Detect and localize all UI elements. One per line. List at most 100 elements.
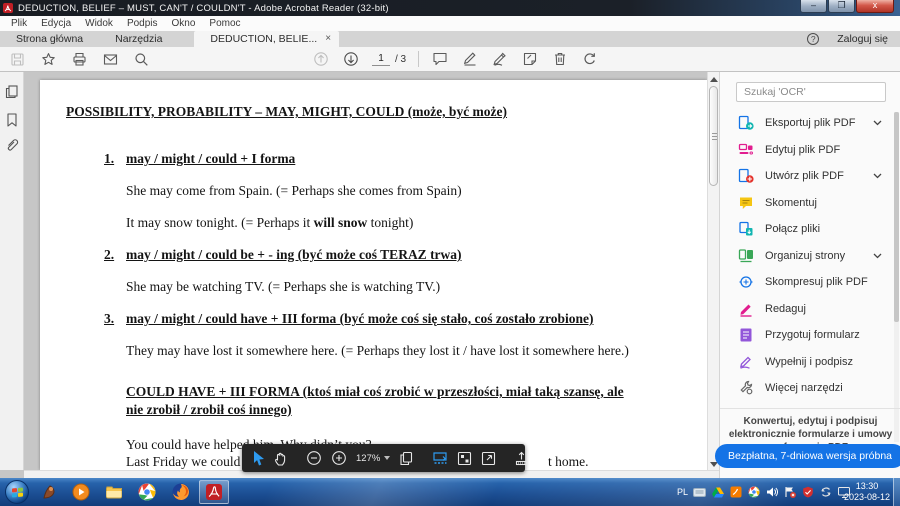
print-icon[interactable] [70, 50, 88, 68]
tool-label: Skompresuj plik PDF [765, 276, 868, 288]
scroll-mode-icon[interactable] [432, 450, 448, 467]
menu-pomoc[interactable]: Pomoc [202, 18, 247, 29]
page-total-label: / 3 [395, 54, 406, 65]
email-icon[interactable] [101, 50, 119, 68]
acrobat-reader-icon[interactable] [205, 483, 223, 501]
attachments-icon[interactable] [4, 138, 20, 154]
prev-page-icon[interactable] [312, 50, 330, 68]
organize-pages-icon [738, 248, 754, 264]
floating-page-controls: 127% [242, 444, 525, 472]
select-tool-icon[interactable] [252, 450, 265, 467]
firefox-icon[interactable] [172, 483, 190, 501]
tools-panel-scrollbar[interactable] [894, 112, 899, 442]
tool-combine-files[interactable]: Połącz pliki [720, 216, 894, 243]
clock-time: 13:30 [844, 481, 890, 492]
tool-prepare-form[interactable]: Przygotuj formularz [720, 322, 894, 349]
tool-organize-pages[interactable]: Organizuj strony [720, 243, 894, 270]
fullscreen-icon[interactable] [481, 450, 496, 467]
tool-redact[interactable]: Redaguj [720, 296, 894, 323]
tab-tools[interactable]: Narzędzia [99, 31, 178, 47]
tool-more-tools[interactable]: Więcej narzędzi [720, 375, 894, 402]
delete-icon[interactable] [551, 50, 569, 68]
next-page-icon[interactable] [342, 50, 360, 68]
taskbar-clock[interactable]: 13:30 2023-08-12 [844, 481, 890, 503]
vertical-scrollbar[interactable] [707, 72, 719, 470]
show-desktop-button[interactable] [893, 478, 900, 506]
menu-podpis[interactable]: Podpis [120, 18, 165, 29]
zoom-level-dropdown[interactable]: 127% [356, 453, 390, 464]
chevron-down-icon[interactable] [873, 253, 882, 259]
tool-label: Organizuj strony [765, 250, 845, 262]
close-button[interactable]: x [856, 0, 894, 13]
start-button[interactable] [5, 480, 29, 504]
media-player-icon[interactable] [72, 483, 90, 501]
menu-widok[interactable]: Widok [78, 18, 120, 29]
tool-compress-pdf[interactable]: Skompresuj plik PDF [720, 269, 894, 296]
zoom-level-value: 127% [356, 453, 380, 464]
quick-toolbar: / 3 [0, 47, 900, 72]
tool-create-pdf[interactable]: Utwórz plik PDF [720, 163, 894, 190]
free-trial-button[interactable]: Bezpłatna, 7-dniowa wersja próbna [715, 444, 900, 468]
zoom-in-icon[interactable] [331, 450, 347, 467]
chevron-down-icon[interactable] [873, 173, 882, 179]
star-favorites-icon[interactable] [39, 50, 57, 68]
window-title: DEDUCTION, BELIEF – MUST, CAN'T / COULDN… [18, 3, 389, 14]
antivirus-icon[interactable] [801, 486, 814, 499]
tool-label: Utwórz plik PDF [765, 170, 844, 182]
chrome-tray-icon[interactable] [747, 486, 760, 499]
menu-okno[interactable]: Okno [165, 18, 203, 29]
sync-icon[interactable] [819, 486, 832, 499]
maximize-button[interactable]: ❐ [828, 0, 855, 13]
menu-edycja[interactable]: Edycja [34, 18, 78, 29]
tools-scrollbar-thumb[interactable] [894, 112, 899, 322]
tool-comment[interactable]: Skomentuj [720, 190, 894, 217]
language-indicator[interactable]: PL [677, 487, 688, 497]
sign-in-link[interactable]: Zaloguj się [837, 33, 888, 45]
explorer-folder-icon[interactable] [105, 483, 123, 501]
app1-icon[interactable] [40, 483, 58, 501]
doc-example: She may be watching TV. (= Perhaps she i… [126, 279, 440, 295]
tool-export-pdf[interactable]: Eksportuj plik PDF [720, 110, 894, 137]
tool-label: Przygotuj formularz [765, 329, 860, 341]
orange-app-icon[interactable] [729, 486, 742, 499]
chevron-down-icon[interactable] [873, 120, 882, 126]
save-icon[interactable] [8, 50, 26, 68]
fill-sign-note-icon[interactable] [521, 50, 539, 68]
print-icon[interactable] [514, 450, 529, 467]
sign-icon[interactable] [491, 50, 509, 68]
rotate-icon[interactable] [581, 50, 599, 68]
page-thumbnails-icon[interactable] [4, 84, 20, 100]
compress-pdf-icon [738, 274, 754, 290]
comment-icon[interactable] [431, 50, 449, 68]
tool-fill-sign[interactable]: Wypełnij i podpisz [720, 349, 894, 376]
menu-plik[interactable]: Plik [4, 18, 34, 29]
page-copy-icon[interactable] [399, 450, 414, 467]
help-icon[interactable]: ? [807, 33, 819, 45]
zoom-out-icon[interactable] [306, 450, 322, 467]
action-center-flag-icon[interactable] [783, 486, 796, 499]
more-tools-icon [738, 380, 754, 396]
tools-search-input[interactable] [736, 82, 886, 102]
chrome-icon[interactable] [138, 483, 156, 501]
hand-tool-icon[interactable] [274, 450, 288, 467]
page-number-box: / 3 [372, 52, 406, 66]
tool-edit-pdf[interactable]: Edytuj plik PDF [720, 137, 894, 164]
toolbar-divider [418, 51, 419, 67]
document-view[interactable]: POSSIBILITY, PROBABILITY – MAY, MIGHT, C… [24, 72, 707, 478]
page-number-input[interactable] [372, 52, 390, 66]
windows-taskbar: PL [0, 478, 900, 506]
search-icon[interactable] [132, 50, 150, 68]
volume-icon[interactable] [765, 486, 778, 499]
fit-page-icon[interactable] [457, 450, 472, 467]
tab-close-icon[interactable]: × [325, 31, 331, 47]
scrollbar-thumb[interactable] [709, 86, 718, 186]
highlight-icon[interactable] [461, 50, 479, 68]
tab-document[interactable]: DEDUCTION, BELIE... × [194, 31, 339, 47]
tab-home[interactable]: Strona główna [0, 31, 99, 47]
doc-heading: may / might / could + I forma [126, 151, 295, 167]
bookmarks-icon[interactable] [4, 112, 20, 128]
minimize-button[interactable]: – [800, 0, 827, 13]
title-bar: DEDUCTION, BELIEF – MUST, CAN'T / COULDN… [0, 0, 900, 16]
keyboard-icon[interactable] [693, 486, 706, 499]
gdrive-icon[interactable] [711, 486, 724, 499]
